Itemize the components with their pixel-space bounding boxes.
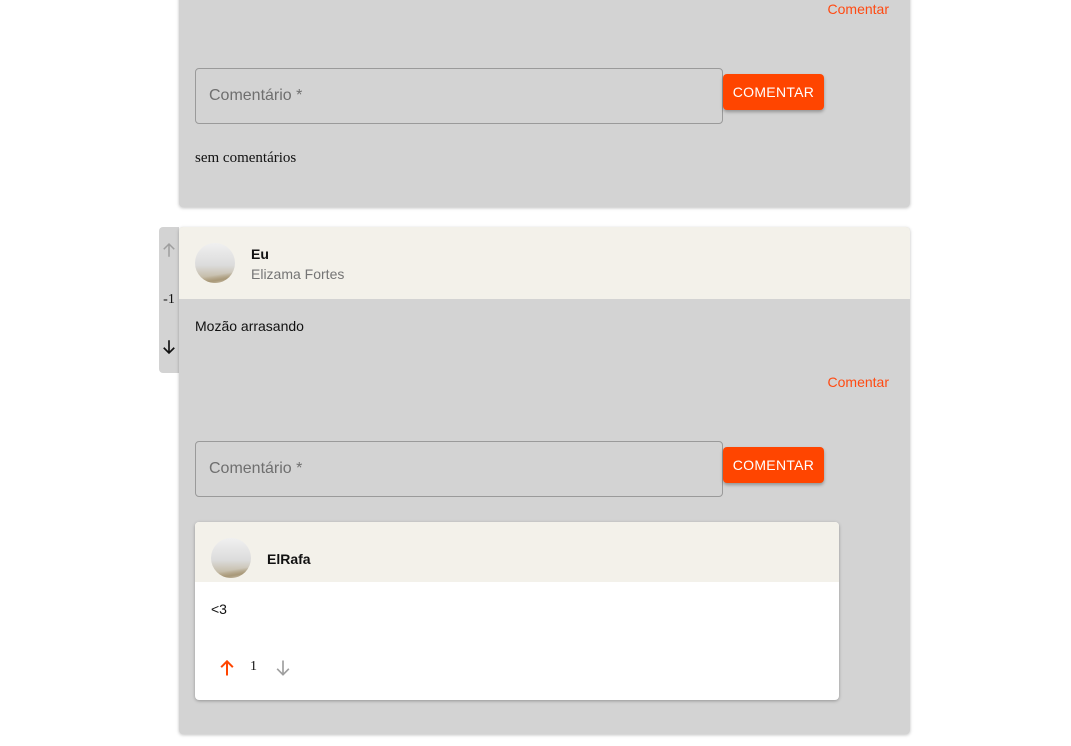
post-subtitle: Elizama Fortes: [251, 266, 345, 282]
comment-submit-button[interactable]: COMENTAR: [723, 447, 824, 483]
arrow-up-icon[interactable]: [217, 657, 237, 679]
avatar[interactable]: [211, 538, 251, 578]
previous-post-card: Comentar COMENTAR sem comentários: [179, 0, 910, 207]
reply-author: ElRafa: [267, 551, 311, 567]
vote-panel: -1: [159, 227, 179, 373]
comment-input-field[interactable]: [195, 68, 723, 124]
arrow-up-icon[interactable]: [160, 240, 178, 260]
comment-link[interactable]: Comentar: [828, 1, 889, 17]
comment-link[interactable]: Comentar: [828, 374, 889, 390]
no-comments-text: sem comentários: [195, 150, 297, 166]
post-header: Eu Elizama Fortes: [179, 227, 910, 299]
avatar[interactable]: [195, 243, 235, 283]
post-text: Mozão arrasando: [195, 318, 304, 334]
reply-vote-score: 1: [250, 659, 257, 674]
comment-input[interactable]: [196, 442, 722, 496]
reply-header: ElRafa: [195, 522, 839, 582]
post-card: Eu Elizama Fortes Mozão arrasando Coment…: [179, 227, 910, 734]
post-author: Eu: [251, 246, 269, 262]
reply-text: <3: [211, 601, 227, 617]
comment-input-field[interactable]: [195, 441, 723, 497]
reply-card: ElRafa <3 1: [195, 522, 839, 700]
comment-input[interactable]: [196, 69, 722, 123]
arrow-down-icon[interactable]: [273, 657, 293, 679]
comment-submit-button[interactable]: COMENTAR: [723, 74, 824, 110]
vote-score: -1: [163, 292, 175, 307]
arrow-down-icon[interactable]: [160, 337, 178, 357]
